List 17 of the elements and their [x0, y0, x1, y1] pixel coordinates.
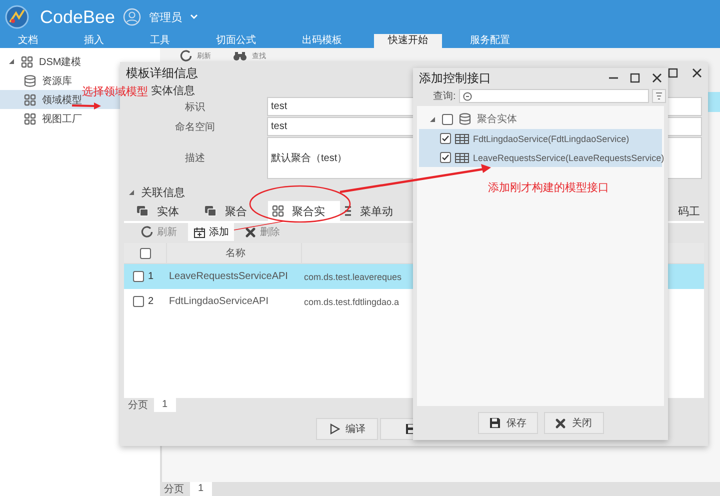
- field-label: 标识: [184, 100, 206, 114]
- row-number: 2: [148, 296, 154, 307]
- dialog-title: 模板详细信息: [126, 64, 198, 82]
- dialog-title: 添加控制接口: [419, 70, 491, 86]
- section-title: 关联信息: [141, 186, 185, 200]
- pager-label: 分页: [164, 483, 184, 496]
- table-cell-text: com.ds.test.fdtlingdao.a: [303, 296, 400, 306]
- search-label: 查询:: [433, 90, 456, 103]
- table-cell-text: LeaveRequestsServiceAPI: [168, 271, 289, 282]
- annotation-text: 添加刚才构建的模型接口: [488, 180, 609, 195]
- table-cell-text: FdtLingdaoServiceAPI: [168, 296, 270, 307]
- pager-label: 分页: [128, 399, 148, 412]
- field-label: 描述: [184, 152, 206, 166]
- table-cell-text: com.ds.test.leavereques: [303, 272, 402, 282]
- row-number: 1: [148, 271, 154, 282]
- field-label: 命名空间: [174, 120, 216, 134]
- app-name: CodeBee: [40, 6, 116, 28]
